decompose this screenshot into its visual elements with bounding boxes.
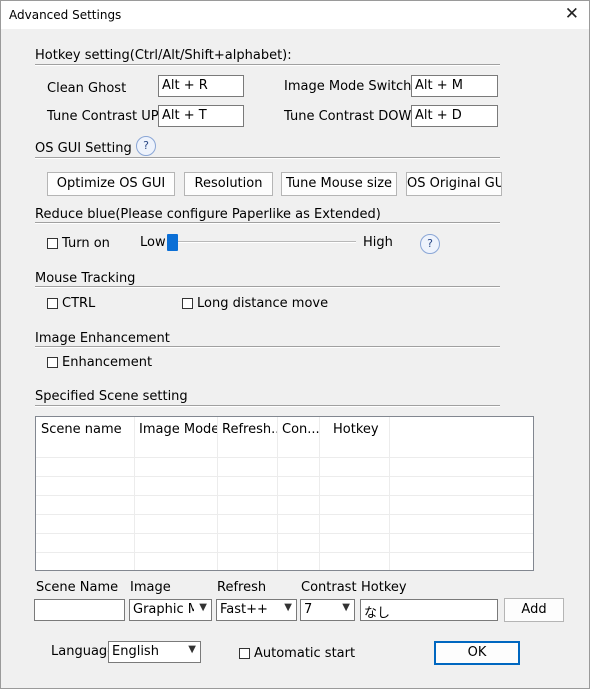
image-enhancement-section-title: Image Enhancement: [35, 331, 170, 346]
scene-name-label: Scene Name: [36, 580, 119, 595]
add-button[interactable]: Add: [504, 598, 564, 622]
enhancement-label: Enhancement: [62, 355, 153, 370]
image-enhancement-divider: [35, 346, 500, 348]
refresh-label: Refresh: [217, 580, 267, 595]
turn-on-checkbox[interactable]: [47, 238, 58, 249]
scene-name-input[interactable]: [34, 599, 125, 621]
column-header-refresh[interactable]: Refresh...: [217, 417, 277, 457]
reduce-blue-help-icon[interactable]: ?: [420, 234, 440, 254]
chevron-down-icon: ▼: [284, 602, 292, 613]
close-icon[interactable]: ✕: [565, 4, 579, 24]
contrast-up-hotkey-field[interactable]: Alt + T: [158, 105, 244, 127]
column-header-contrast[interactable]: Con...: [277, 417, 319, 457]
chevron-down-icon: ▼: [188, 644, 196, 655]
column-divider: [134, 417, 135, 570]
enhancement-checkbox[interactable]: [47, 357, 58, 368]
automatic-start-checkbox[interactable]: [239, 648, 250, 659]
blue-level-slider-thumb[interactable]: [167, 234, 178, 251]
image-mode-switch-label: Image Mode Switch:: [284, 79, 416, 94]
refresh-select[interactable]: Fast++ ▼: [216, 599, 297, 621]
contrast-select[interactable]: 7 ▼: [300, 599, 355, 621]
os-original-gui-button[interactable]: OS Original GUI: [406, 172, 502, 196]
os-gui-divider: [35, 157, 500, 159]
refresh-select-value: Fast++: [220, 602, 268, 617]
language-label: Language: [51, 644, 116, 659]
hotkey-label: Hotkey: [361, 580, 407, 595]
image-label: Image: [130, 580, 171, 595]
ctrl-checkbox[interactable]: [47, 298, 58, 309]
scene-divider: [35, 405, 500, 407]
title-bar: Advanced Settings ✕: [1, 1, 589, 29]
scene-list[interactable]: Scene name Image Mode Refresh... Con... …: [35, 416, 534, 571]
row-gridline: [36, 495, 533, 496]
mouse-tracking-divider: [35, 286, 500, 288]
chevron-down-icon: ▼: [199, 602, 207, 613]
contrast-label: Contrast: [301, 580, 357, 595]
clean-ghost-hotkey-field[interactable]: Alt + R: [158, 75, 244, 97]
blue-level-slider-track[interactable]: [172, 241, 356, 243]
contrast-select-value: 7: [304, 602, 313, 617]
column-divider: [319, 417, 320, 570]
window-title: Advanced Settings: [9, 8, 122, 22]
language-select[interactable]: English ▼: [108, 641, 201, 663]
turn-on-label: Turn on: [62, 236, 110, 251]
ctrl-label: CTRL: [62, 296, 96, 311]
image-mode-select-value: Graphic Mode: [133, 602, 194, 617]
column-header-image-mode[interactable]: Image Mode: [134, 417, 217, 457]
slider-high-label: High: [363, 235, 393, 250]
hotkey-section-title: Hotkey setting(Ctrl/Alt/Shift+alphabet):: [35, 48, 292, 63]
language-select-value: English: [112, 644, 159, 659]
column-header-hotkey[interactable]: Hotkey: [319, 417, 389, 457]
column-divider: [389, 417, 390, 570]
slider-low-label: Low: [140, 235, 166, 250]
mouse-tracking-section-title: Mouse Tracking: [35, 271, 136, 286]
row-gridline: [36, 457, 533, 458]
row-gridline: [36, 552, 533, 553]
ok-button[interactable]: OK: [434, 641, 520, 665]
row-gridline: [36, 476, 533, 477]
contrast-down-label: Tune Contrast DOWN:: [284, 109, 426, 124]
os-gui-section-title: OS GUI Setting: [35, 141, 132, 156]
scene-section-title: Specified Scene setting: [35, 389, 188, 404]
image-mode-select[interactable]: Graphic Mode ▼: [129, 599, 212, 621]
reduce-blue-section-title: Reduce blue(Please configure Paperlike a…: [35, 207, 381, 222]
advanced-settings-window: Advanced Settings ✕ Hotkey setting(Ctrl/…: [0, 0, 590, 689]
automatic-start-label: Automatic start: [254, 646, 356, 661]
image-mode-switch-hotkey-field[interactable]: Alt + M: [411, 75, 498, 97]
column-divider: [277, 417, 278, 570]
column-divider: [217, 417, 218, 570]
row-gridline: [36, 514, 533, 515]
chevron-down-icon: ▼: [342, 602, 350, 613]
clean-ghost-label: Clean Ghost: [47, 81, 127, 96]
os-gui-help-icon[interactable]: ?: [136, 136, 156, 156]
contrast-down-hotkey-field[interactable]: Alt + D: [411, 105, 498, 127]
long-distance-move-checkbox[interactable]: [182, 298, 193, 309]
resolution-button[interactable]: Resolution: [184, 172, 273, 196]
hotkey-input[interactable]: なし: [360, 599, 498, 621]
row-gridline: [36, 533, 533, 534]
hotkey-divider: [35, 64, 500, 66]
contrast-up-label: Tune Contrast UP:: [47, 109, 163, 124]
reduce-blue-divider: [35, 222, 500, 224]
optimize-os-gui-button[interactable]: Optimize OS GUI: [47, 172, 175, 196]
column-header-scene-name[interactable]: Scene name: [36, 417, 134, 457]
long-distance-move-label: Long distance move: [197, 296, 329, 311]
tune-mouse-size-button[interactable]: Tune Mouse size: [281, 172, 397, 196]
